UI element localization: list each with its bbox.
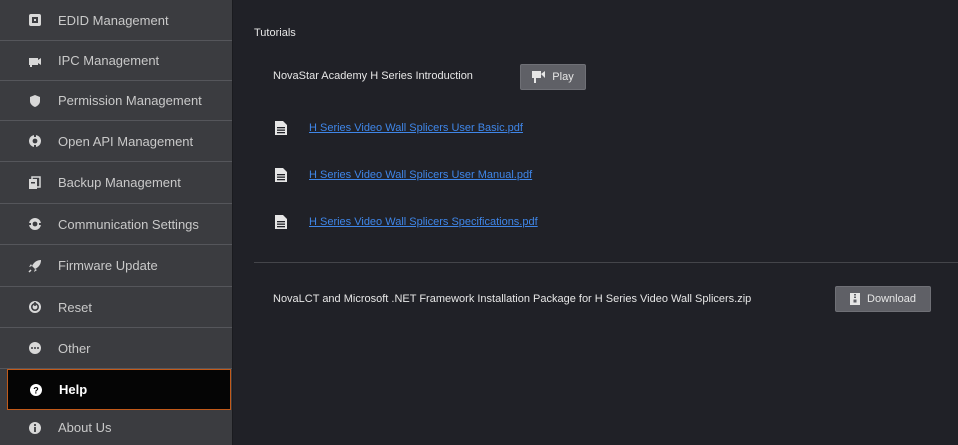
sidebar: EDID Management IPC Management Permissio… bbox=[0, 0, 233, 445]
document-link-specifications[interactable]: H Series Video Wall Splicers Specificati… bbox=[309, 216, 538, 228]
edid-icon bbox=[28, 13, 42, 27]
document-row: H Series Video Wall Splicers User Basic.… bbox=[275, 120, 523, 136]
sidebar-item-permission-management[interactable]: Permission Management bbox=[0, 81, 232, 121]
document-link-user-manual[interactable]: H Series Video Wall Splicers User Manual… bbox=[309, 169, 532, 181]
svg-text:?: ? bbox=[33, 385, 39, 395]
sidebar-item-open-api-management[interactable]: Open API Management bbox=[0, 121, 232, 162]
play-button[interactable]: Play bbox=[520, 64, 586, 90]
document-icon bbox=[275, 121, 287, 135]
sidebar-item-label: Permission Management bbox=[58, 93, 202, 108]
sidebar-item-ipc-management[interactable]: IPC Management bbox=[0, 41, 232, 81]
question-icon: ? bbox=[29, 383, 43, 397]
play-icon bbox=[532, 71, 546, 83]
sidebar-item-label: Communication Settings bbox=[58, 216, 199, 232]
rocket-icon bbox=[28, 259, 42, 273]
section-title: Tutorials bbox=[254, 27, 296, 39]
api-icon bbox=[28, 134, 42, 148]
play-button-label: Play bbox=[552, 71, 574, 83]
sidebar-item-backup-management[interactable]: Backup Management bbox=[0, 162, 232, 204]
package-label: NovaLCT and Microsoft .NET Framework Ins… bbox=[273, 293, 752, 305]
sidebar-item-label: EDID Management bbox=[58, 12, 169, 28]
sidebar-item-label: Help bbox=[59, 382, 88, 397]
academy-label: NovaStar Academy H Series Introduction bbox=[273, 70, 473, 82]
document-row: H Series Video Wall Splicers Specificati… bbox=[275, 214, 538, 230]
download-button[interactable]: Download bbox=[835, 286, 931, 312]
sidebar-item-reset[interactable]: Reset bbox=[0, 287, 232, 328]
communication-icon bbox=[28, 217, 42, 231]
sidebar-item-help[interactable]: ? Help bbox=[7, 369, 231, 410]
sidebar-item-label: IPC Management bbox=[58, 53, 160, 68]
ipc-icon bbox=[28, 54, 42, 68]
sidebar-item-communication-settings[interactable]: Communication Settings bbox=[0, 204, 232, 245]
document-row: H Series Video Wall Splicers User Manual… bbox=[275, 167, 532, 183]
info-icon bbox=[28, 421, 42, 435]
sidebar-item-label: Open API Management bbox=[58, 133, 194, 149]
sidebar-item-label: Firmware Update bbox=[58, 258, 158, 273]
document-icon bbox=[275, 168, 287, 182]
divider bbox=[254, 262, 958, 263]
document-icon bbox=[275, 215, 287, 229]
sidebar-item-about-us[interactable]: About Us bbox=[0, 410, 232, 445]
sidebar-item-label: Other bbox=[58, 340, 91, 356]
download-icon bbox=[850, 293, 861, 305]
backup-icon bbox=[28, 175, 42, 190]
sidebar-item-label: Backup Management bbox=[58, 175, 181, 190]
sidebar-item-firmware-update[interactable]: Firmware Update bbox=[0, 245, 232, 287]
shield-icon bbox=[28, 94, 42, 108]
help-content: Tutorials NovaStar Academy H Series Intr… bbox=[233, 0, 958, 445]
sidebar-item-label: About Us bbox=[58, 420, 112, 435]
other-icon bbox=[28, 341, 42, 355]
sidebar-item-edid-management[interactable]: EDID Management bbox=[0, 0, 232, 41]
reset-icon bbox=[28, 300, 42, 314]
download-button-label: Download bbox=[867, 293, 916, 305]
document-link-user-basic[interactable]: H Series Video Wall Splicers User Basic.… bbox=[309, 122, 523, 134]
sidebar-item-other[interactable]: Other bbox=[0, 328, 232, 369]
sidebar-item-label: Reset bbox=[58, 299, 92, 315]
